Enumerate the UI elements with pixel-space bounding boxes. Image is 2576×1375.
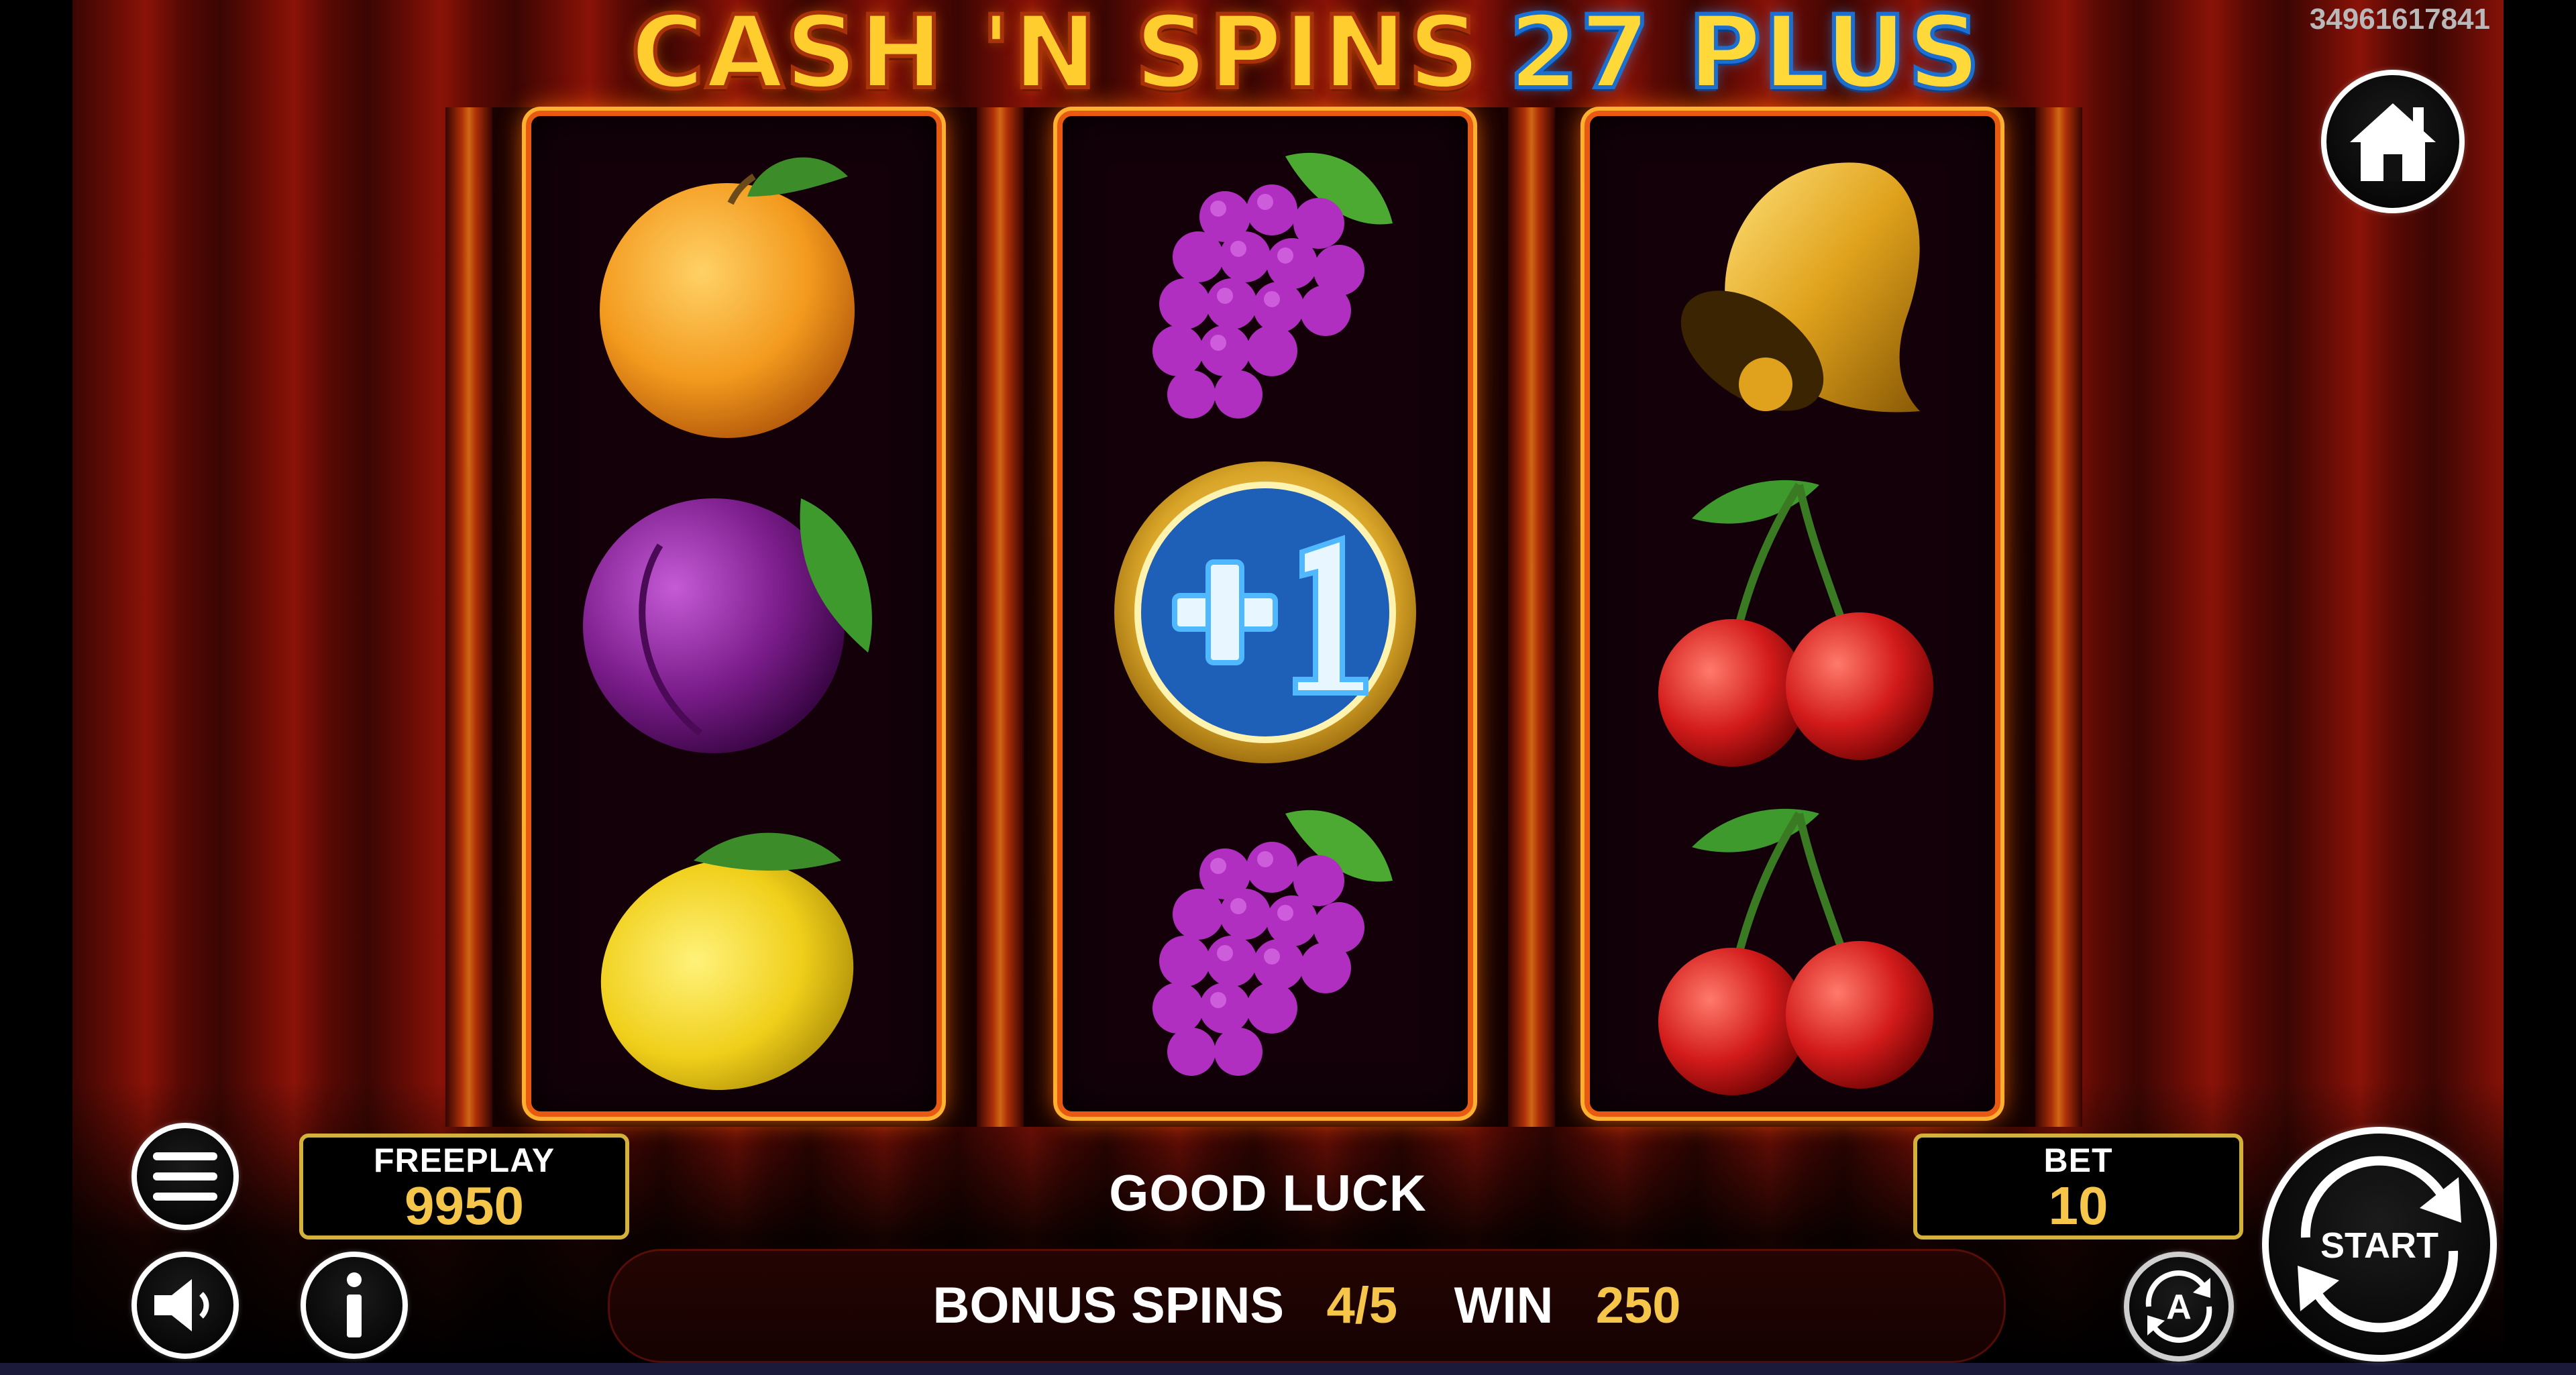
reel-symbol-cherries: [1590, 780, 1995, 1102]
title-accent: 27 PLUS: [1507, 0, 1982, 112]
bet-value: 10: [2048, 1176, 2108, 1235]
status-text: BONUS SPINS 4/5 WIN 250: [608, 1249, 2006, 1363]
fire-pillar-2: [977, 107, 1024, 1127]
menu-icon: [153, 1152, 217, 1201]
fire-pillar-1: [445, 107, 492, 1127]
bell-icon: [1680, 162, 1920, 412]
fire-pillar-3: [1508, 107, 1555, 1127]
reel-symbol-grapes: [1063, 123, 1468, 445]
status-bar: BONUS SPINS 4/5 WIN 250: [608, 1249, 2006, 1363]
cherries-icon: [1658, 808, 1933, 1095]
title-main: CASH 'N SPINS: [629, 0, 1483, 112]
session-id: 34961617841: [2309, 3, 2490, 36]
reel-symbol-lemon: [531, 780, 936, 1102]
start-label: START: [2320, 1225, 2438, 1266]
autoplay-button[interactable]: A: [2124, 1252, 2234, 1362]
reel-symbol-plus-one-coin: [1063, 451, 1468, 773]
speaker-icon: [154, 1279, 209, 1331]
autoplay-label: A: [2166, 1288, 2192, 1327]
fire-pillar-4: [2035, 107, 2082, 1127]
menu-button[interactable]: [131, 1123, 239, 1230]
start-spin-icon: START: [2298, 1156, 2461, 1333]
lemon-icon: [600, 832, 854, 1091]
reel-symbol-plum: [531, 451, 936, 773]
balance-label: FREEPLAY: [373, 1142, 555, 1179]
bet-label: BET: [2043, 1142, 2113, 1179]
reel-symbol-bell: [1590, 123, 1995, 445]
reel-1: [526, 111, 942, 1117]
sound-button[interactable]: [131, 1252, 239, 1359]
home-icon: [2350, 103, 2436, 181]
win-value: 250: [1595, 1277, 1681, 1334]
autoplay-icon: A: [2145, 1270, 2212, 1343]
game-message: GOOD LUCK: [1109, 1165, 1427, 1222]
reel-symbol-grapes: [1063, 780, 1468, 1102]
info-button[interactable]: [301, 1252, 408, 1359]
info-icon: [347, 1272, 362, 1337]
reel-symbol-cherries: [1590, 451, 1995, 773]
reel-symbol-orange: [531, 123, 936, 445]
grapes-icon: [1152, 152, 1393, 419]
cherries-icon: [1658, 480, 1933, 767]
win-label: WIN: [1454, 1277, 1554, 1334]
balance-box: FREEPLAY 9950: [299, 1134, 629, 1240]
plum-icon: [583, 498, 872, 753]
reel-2: [1057, 111, 1473, 1117]
reel-3: [1585, 111, 2000, 1117]
home-button[interactable]: [2321, 70, 2465, 213]
bet-box[interactable]: BET 10: [1913, 1134, 2243, 1240]
game-title-logo: CASH 'N SPINS 27 PLUS: [629, 0, 1982, 112]
bottom-strip: [0, 1363, 2576, 1375]
start-button[interactable]: START: [2262, 1127, 2497, 1362]
plus-one-coin-icon: [1114, 461, 1416, 763]
balance-value: 9950: [405, 1176, 524, 1235]
bonus-spins-value: 4/5: [1326, 1277, 1398, 1334]
grapes-icon: [1152, 810, 1393, 1076]
orange-icon: [600, 157, 855, 438]
bonus-spins-label: BONUS SPINS: [932, 1277, 1285, 1334]
